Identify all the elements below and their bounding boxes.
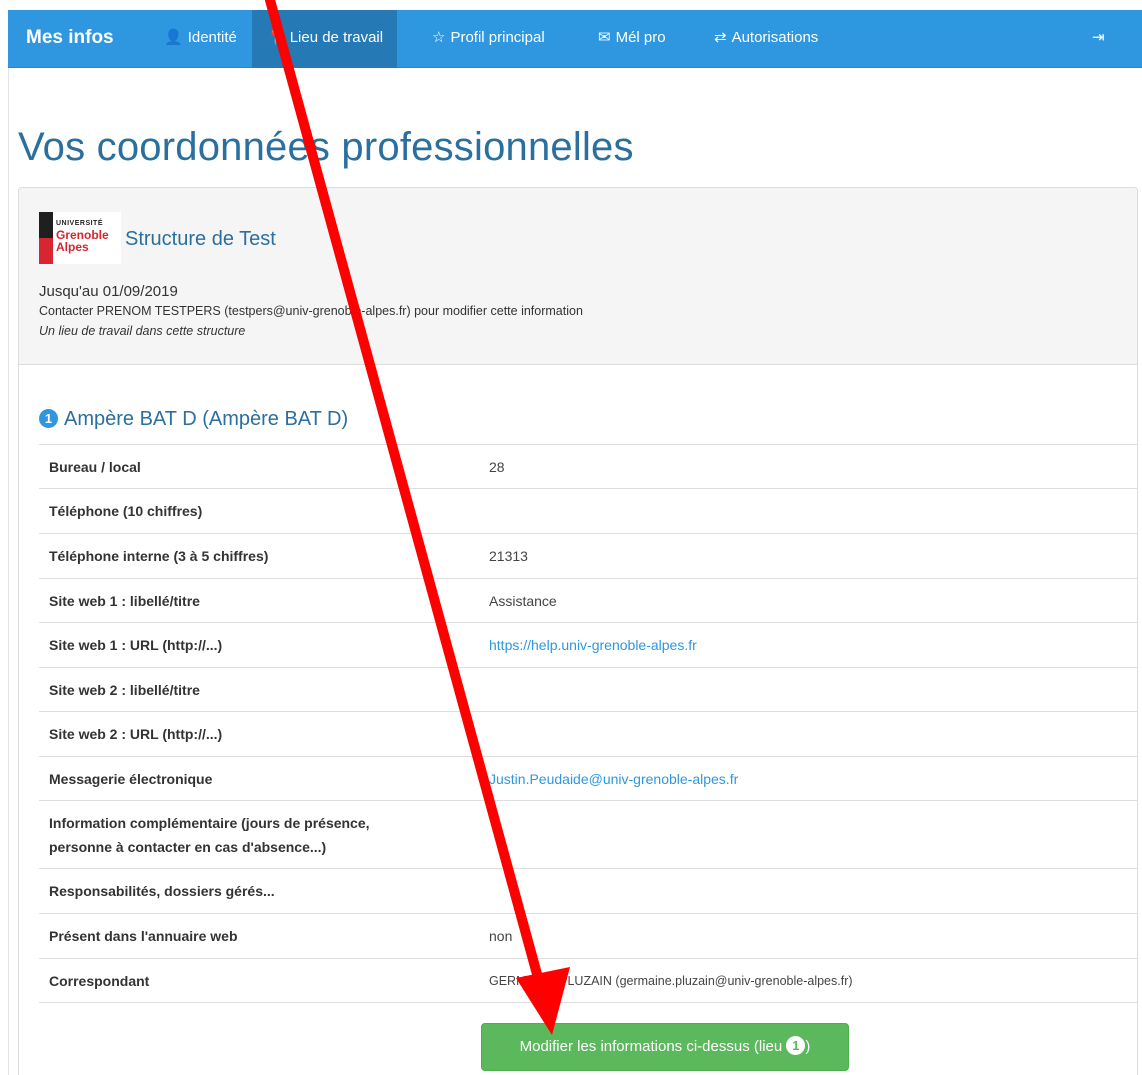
row-value: GERMAINE PLUZAIN (germaine.pluzain@univ-… [479, 958, 1137, 1003]
lieu-name: Ampère BAT D (Ampère BAT D) [64, 408, 349, 430]
tab-mel-pro[interactable]: ✉ Mél pro [584, 10, 680, 68]
row-label: Site web 2 : URL (http://...) [39, 711, 479, 757]
tab-profil-principal[interactable]: ☆ Profil principal [418, 10, 559, 68]
row-value: 28 [479, 444, 1137, 489]
table-row: Site web 1 : libellé/titre Assistance [39, 578, 1137, 623]
lieu-details-table: Bureau / local 28 Téléphone (10 chiffres… [39, 444, 1137, 1003]
lieu-number-badge: 1 [39, 409, 58, 428]
tab-identite[interactable]: 👤 Identité [150, 10, 251, 68]
table-row: Présent dans l'annuaire web non [39, 913, 1137, 959]
validity-date: Jusqu'au 01/09/2019 [39, 283, 178, 300]
top-navbar: Mes infos 👤 Identité 📍 Lieu de travail ☆ Pr… [8, 10, 1142, 68]
table-row: Site web 2 : libellé/titre [39, 667, 1137, 712]
table-row: Responsabilités, dossiers gérés... [39, 868, 1137, 914]
row-label: Information complémentaire (jours de pré… [49, 814, 370, 831]
row-label: Site web 1 : libellé/titre [39, 578, 479, 623]
table-row: Information complémentaire (jours de pré… [39, 800, 1137, 869]
table-row: Site web 1 : URL (http://...) https://he… [39, 622, 1137, 668]
button-badge: 1 [786, 1036, 806, 1055]
table-row: Téléphone interne (3 à 5 chiffres) 21313 [39, 533, 1137, 579]
modify-info-button[interactable]: Modifier les informations ci-dessus (lie… [481, 1023, 849, 1071]
row-value [479, 800, 1137, 869]
panel-heading: UNIVERSITÉ Grenoble Alpes Structure de T… [19, 188, 1137, 365]
table-row: Site web 2 : URL (http://...) [39, 711, 1137, 757]
row-value [479, 488, 1137, 534]
tab-lieu-de-travail[interactable]: 📍 Lieu de travail [252, 10, 398, 68]
tab-autorisations[interactable]: ⇄ Autorisations [700, 10, 832, 68]
row-label: Messagerie électronique [39, 756, 479, 801]
row-label: Bureau / local [39, 444, 479, 489]
tab-label: Autorisations [731, 29, 819, 46]
row-label: Site web 2 : libellé/titre [39, 667, 479, 712]
email-link[interactable]: Justin.Peudaide@univ-grenoble-alpes.fr [489, 771, 738, 787]
contact-info: Contacter PRENOM TESTPERS (testpers@univ… [39, 304, 583, 318]
row-value: non [479, 913, 1137, 959]
row-value [479, 868, 1137, 914]
row-label: Site web 1 : URL (http://...) [39, 622, 479, 668]
user-icon: 👤 [164, 29, 183, 46]
table-row: Bureau / local 28 [39, 444, 1137, 489]
row-value: 21313 [479, 533, 1137, 579]
table-row: Téléphone (10 chiffres) [39, 488, 1137, 534]
row-value [479, 667, 1137, 712]
brand-link[interactable]: Mes infos [26, 10, 114, 68]
structure-note: Un lieu de travail dans cette structure [39, 324, 246, 338]
page-title: Vos coordonnées professionnelles [18, 125, 634, 169]
table-row: Messagerie électronique Justin.Peudaide@… [39, 756, 1137, 801]
row-value [479, 711, 1137, 757]
university-logo: UNIVERSITÉ Grenoble Alpes [39, 212, 121, 264]
button-label: Modifier les informations ci-dessus (lie… [519, 1038, 787, 1055]
row-label: Correspondant [39, 958, 479, 1003]
row-label: Téléphone interne (3 à 5 chiffres) [39, 533, 479, 579]
tab-label: Identité [187, 29, 237, 46]
tab-label: Mél pro [615, 29, 666, 46]
envelope-icon: ✉ [598, 29, 611, 46]
star-icon: ☆ [432, 29, 446, 46]
structure-panel: UNIVERSITÉ Grenoble Alpes Structure de T… [18, 187, 1138, 1075]
website-link[interactable]: https://help.univ-grenoble-alpes.fr [489, 637, 697, 653]
row-label: Responsabilités, dossiers gérés... [39, 868, 479, 914]
transfer-icon: ⇄ [714, 29, 727, 46]
tab-label: Profil principal [450, 29, 545, 46]
page-divider [8, 68, 9, 1075]
map-marker-icon: 📍 [266, 29, 285, 46]
table-row: Correspondant GERMAINE PLUZAIN (germaine… [39, 958, 1137, 1003]
row-label-line2: personne à contacter en cas d'absence...… [49, 838, 327, 855]
row-label: Téléphone (10 chiffres) [39, 488, 479, 534]
tab-label: Lieu de travail [289, 29, 384, 46]
lieu-title: 1 Ampère BAT D (Ampère BAT D) [39, 408, 348, 431]
row-value: Assistance [479, 578, 1137, 623]
row-label: Présent dans l'annuaire web [39, 913, 479, 959]
logout-icon[interactable]: ⇥ [1084, 10, 1113, 68]
structure-name-link[interactable]: Structure de Test [125, 228, 276, 251]
